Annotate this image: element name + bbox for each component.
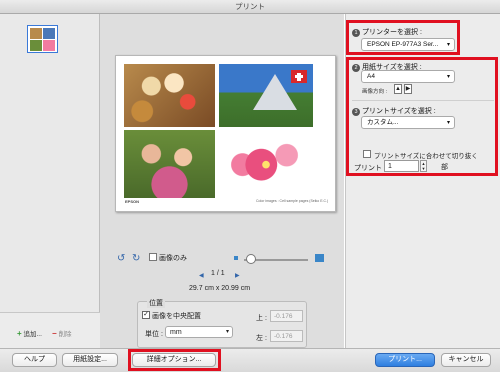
add-label: 追加...	[23, 331, 42, 338]
swiss-flag	[291, 70, 307, 83]
image-only-checkbox[interactable]	[149, 253, 157, 261]
center-image-label: 画像を中央配置	[152, 313, 201, 320]
chevron-down-icon: ▾	[225, 329, 229, 335]
paper-dimensions: 29.7 cm x 20.99 cm	[189, 285, 251, 292]
sidebar	[0, 14, 100, 348]
mountain-photo	[219, 64, 313, 127]
print-button[interactable]: プリント...	[375, 353, 435, 367]
orientation-label: 画像方向 :	[362, 89, 388, 95]
details-highlight	[128, 349, 221, 371]
rotate-left-icon[interactable]: ↺	[117, 253, 125, 264]
prev-page-icon[interactable]: ◀	[199, 272, 204, 279]
epson-logo: EPSON	[125, 199, 140, 204]
page-setup-button[interactable]: 用紙設定...	[62, 353, 118, 367]
thumb-flower	[43, 40, 55, 51]
step-3-icon: 3	[352, 108, 360, 116]
paper-size-value: A4	[367, 73, 375, 80]
girls-photo	[124, 130, 215, 198]
copies-input[interactable]: 1	[384, 160, 419, 172]
center-image-checkbox[interactable]: ✓	[142, 311, 150, 319]
page-thumbnail[interactable]	[27, 25, 58, 53]
printer-value: EPSON EP-977A3 Ser...	[367, 41, 439, 48]
food-photo	[124, 64, 215, 127]
left-offset-field[interactable]: -0.176	[270, 330, 303, 342]
plus-icon: +	[17, 329, 22, 338]
help-button[interactable]: ヘルプ	[12, 353, 57, 367]
chevron-down-icon: ▾	[446, 42, 450, 48]
step-2-icon: 2	[352, 64, 360, 72]
top-offset-label: 上 :	[256, 315, 267, 322]
thumb-food	[30, 28, 42, 39]
paper-size-select[interactable]: A4 ▾	[361, 70, 455, 83]
print-size-title: プリントサイズを選択 :	[362, 108, 436, 115]
step-1-icon: 1	[352, 29, 360, 37]
crop-to-fit-checkbox[interactable]	[363, 150, 371, 158]
unit-select[interactable]: mm ▾	[165, 326, 233, 338]
thumb-girls	[30, 40, 42, 51]
chevron-down-icon: ▾	[446, 120, 450, 126]
rotate-right-icon[interactable]: ↻	[132, 253, 140, 264]
divider	[352, 100, 494, 101]
copies-label: プリント	[354, 165, 382, 172]
printer-title: プリンターを選択 :	[362, 29, 422, 36]
next-page-icon[interactable]: ▶	[235, 272, 240, 279]
top-offset-field[interactable]: -0.176	[270, 310, 303, 322]
flower-photo	[219, 130, 313, 193]
remove-label: 削除	[58, 331, 72, 338]
credit-text: Color images : Cell sample pages (Seiko …	[256, 199, 329, 203]
crop-to-fit-label: プリントサイズに合わせて切り抜く	[374, 153, 478, 160]
zoom-slider-knob[interactable]	[246, 254, 256, 264]
paper-preview: EPSON Color images : Cell sample pages (…	[115, 55, 336, 212]
page-indicator: 1 / 1	[211, 270, 225, 277]
minus-icon: −	[52, 329, 57, 338]
position-title: 位置	[147, 298, 165, 308]
thumb-mountain	[43, 28, 55, 39]
window-title: プリント	[0, 0, 500, 14]
print-size-section-title: 3 プリントサイズを選択 :	[352, 106, 436, 116]
printer-select[interactable]: EPSON EP-977A3 Ser... ▾	[361, 38, 455, 51]
add-button[interactable]: + 追加...	[17, 328, 42, 338]
zoom-small-icon	[234, 256, 238, 260]
left-offset-label: 左 :	[256, 335, 267, 342]
remove-button[interactable]: − 削除	[52, 328, 71, 338]
unit-value: mm	[170, 329, 182, 336]
cancel-button[interactable]: キャンセル	[441, 353, 491, 367]
print-size-value: カスタム...	[367, 119, 399, 126]
image-only-label: 画像のみ	[159, 255, 187, 262]
copies-unit: 部	[441, 164, 448, 171]
zoom-large-icon	[315, 254, 324, 262]
portrait-orientation-icon[interactable]: ▲	[394, 84, 402, 94]
chevron-down-icon: ▾	[446, 74, 450, 80]
print-size-select[interactable]: カスタム... ▾	[361, 116, 455, 129]
sidebar-footer	[0, 312, 100, 348]
landscape-orientation-icon[interactable]: ▶	[404, 84, 412, 94]
copies-stepper[interactable]: ▲ ▼	[420, 160, 427, 172]
unit-label: 単位 :	[145, 331, 163, 338]
printer-section-title: 1 プリンターを選択 :	[352, 27, 422, 37]
